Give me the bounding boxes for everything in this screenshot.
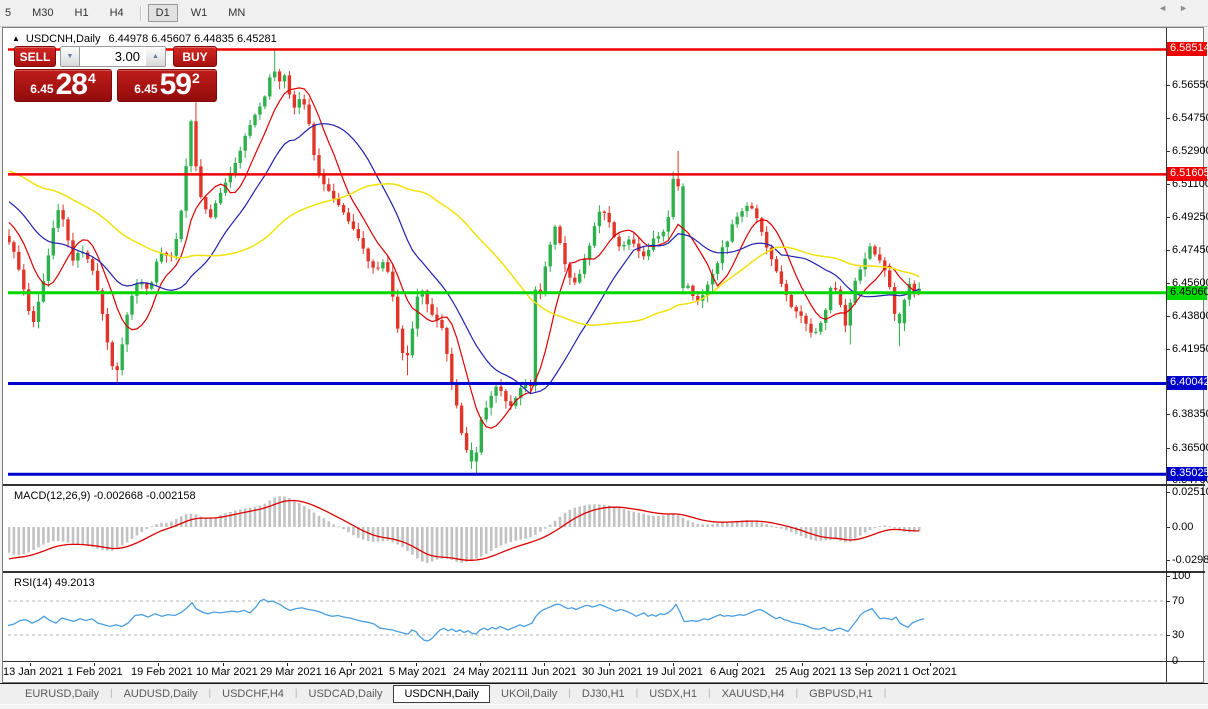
date-tick-label: 19 Jul 2021 xyxy=(646,666,703,678)
macd-scale-label: 0.025108 xyxy=(1172,486,1208,498)
tab-scroll-right-icon[interactable]: ► xyxy=(1179,3,1200,13)
timeframe-button-d1[interactable]: D1 xyxy=(148,4,178,22)
date-tick-label: 10 Mar 2021 xyxy=(196,666,258,678)
date-tick-label: 29 Mar 2021 xyxy=(260,666,322,678)
rsi-scale-label: 0 xyxy=(1172,655,1178,667)
chart-tab-ukoil[interactable]: UKOil,Daily xyxy=(490,686,568,702)
sell-button[interactable]: SELL xyxy=(14,46,56,67)
price-line-label[interactable]: 6.51605 xyxy=(1167,167,1207,181)
buy-price-sup: 2 xyxy=(192,70,200,86)
price-tick-label: 6.56550 xyxy=(1172,79,1208,91)
price-scale-separator xyxy=(1166,28,1167,682)
price-line-label[interactable]: 6.45060 xyxy=(1167,286,1207,300)
date-tick-label: 11 Jun 2021 xyxy=(517,666,577,678)
volume-input[interactable] xyxy=(80,46,146,67)
buy-button[interactable]: BUY xyxy=(173,46,217,67)
chart-tab-usdcad[interactable]: USDCAD,Daily xyxy=(298,686,394,702)
tab-scroll-arrows[interactable]: ◄► xyxy=(1158,3,1200,13)
price-line-label[interactable]: 6.40042 xyxy=(1167,376,1207,390)
sell-price-big: 28 xyxy=(56,70,87,100)
chart-title: ▲ USDCNH,Daily 6.44978 6.45607 6.44835 6.4… xyxy=(12,33,277,45)
date-tick-label: 13 Sep 2021 xyxy=(839,666,901,678)
price-tick-label: 6.54750 xyxy=(1172,112,1208,124)
date-tick-label: 13 Jan 2021 xyxy=(3,666,64,678)
price-tick-label: 6.52900 xyxy=(1172,145,1208,157)
ohlc-values: 6.44978 6.45607 6.44835 6.45281 xyxy=(108,33,276,45)
chart-tab-gbpusd[interactable]: GBPUSD,H1 xyxy=(798,686,884,702)
price-tick-label: 6.43800 xyxy=(1172,310,1208,322)
buy-price-small: 6.45 xyxy=(134,82,157,96)
price-line-label[interactable]: 6.35025 xyxy=(1167,467,1207,481)
date-tick-label: 19 Feb 2021 xyxy=(131,666,193,678)
chart-tab-xauusd[interactable]: XAUUSD,H4 xyxy=(711,686,796,702)
price-tick-label: 6.36500 xyxy=(1172,442,1208,454)
buy-price-display[interactable]: 6.45 59 2 xyxy=(117,69,217,102)
timeframe-button-5[interactable]: 5 xyxy=(0,4,19,22)
price-line-label[interactable]: 6.58514 xyxy=(1167,42,1207,56)
price-tick-label: 6.47450 xyxy=(1172,244,1208,256)
date-tick-label: 1 Feb 2021 xyxy=(67,666,123,678)
axis-separator xyxy=(3,661,1205,662)
date-tick-label: 16 Apr 2021 xyxy=(324,666,383,678)
chart-tab-usdchf[interactable]: USDCHF,H4 xyxy=(211,686,295,702)
date-tick-label: 24 May 2021 xyxy=(453,666,517,678)
timeframe-button-h1[interactable]: H1 xyxy=(67,4,97,22)
toolbar-separator xyxy=(140,6,142,21)
macd-caption: MACD(12,26,9) -0.002668 -0.002158 xyxy=(14,490,196,502)
sell-price-small: 6.45 xyxy=(30,82,53,96)
buy-price-big: 59 xyxy=(160,70,191,100)
timeframe-button-h4[interactable]: H4 xyxy=(102,4,132,22)
date-tick-label: 6 Aug 2021 xyxy=(710,666,766,678)
date-tick-label: 1 Oct 2021 xyxy=(903,666,957,678)
panel-separator[interactable] xyxy=(3,484,1205,486)
mt4-terminal: 5 M30 H1 H4 D1 W1MN ▲ USDCNH,Daily 6.44978 6.45… xyxy=(0,0,1208,709)
timeframe-button-m30[interactable]: M30 xyxy=(24,4,61,22)
chart-tab-eurusd[interactable]: EURUSD,Daily xyxy=(14,686,110,702)
symbol-period-label: USDCNH,Daily xyxy=(26,33,101,45)
chart-tab-bar: EURUSD,Daily|AUDUSD,Daily|USDCHF,H4|USDC… xyxy=(0,683,1208,703)
timeframe-button-w1[interactable]: W1 xyxy=(183,4,216,22)
panel-separator[interactable] xyxy=(3,571,1205,573)
price-tick-label: 6.49250 xyxy=(1172,211,1208,223)
volume-decrease-button[interactable]: ▼ xyxy=(60,46,80,67)
volume-increase-button[interactable]: ▲ xyxy=(146,46,166,67)
rsi-scale-label: 70 xyxy=(1172,595,1184,607)
timeframe-button-mn[interactable]: MN xyxy=(220,4,253,22)
macd-scale-label: -0.02988 xyxy=(1172,554,1208,566)
rsi-scale-label: 100 xyxy=(1172,570,1190,582)
date-tick-label: 30 Jun 2021 xyxy=(582,666,643,678)
sell-price-sup: 4 xyxy=(88,70,96,86)
date-tick-label: 25 Aug 2021 xyxy=(775,666,837,678)
sell-price-display[interactable]: 6.45 28 4 xyxy=(14,69,112,102)
collapse-triangle-icon[interactable]: ▲ xyxy=(12,34,20,43)
one-click-trading-panel: SELL ▼ ▲ BUY 6.45 28 4 6.45 59 2 xyxy=(14,46,222,102)
tab-scroll-left-icon[interactable]: ◄ xyxy=(1158,3,1179,13)
timeframe-toolbar: 5 M30 H1 H4 D1 W1MN xyxy=(0,0,1208,27)
chart-tab-dj30[interactable]: DJ30,H1 xyxy=(571,686,636,702)
rsi-scale-label: 30 xyxy=(1172,629,1184,641)
price-tick-label: 6.41950 xyxy=(1172,343,1208,355)
rsi-plot[interactable] xyxy=(8,575,1166,660)
status-strip xyxy=(0,704,1208,709)
macd-scale-label: 0.00 xyxy=(1172,521,1193,533)
chart-tab-usdcnh[interactable]: USDCNH,Daily xyxy=(393,685,490,703)
rsi-caption: RSI(14) 49.2013 xyxy=(14,577,95,589)
chart-tab-audusd[interactable]: AUDUSD,Daily xyxy=(113,686,209,702)
date-tick-label: 5 May 2021 xyxy=(389,666,446,678)
price-tick-label: 6.38350 xyxy=(1172,408,1208,420)
chart-tab-usdx[interactable]: USDX,H1 xyxy=(638,686,708,702)
